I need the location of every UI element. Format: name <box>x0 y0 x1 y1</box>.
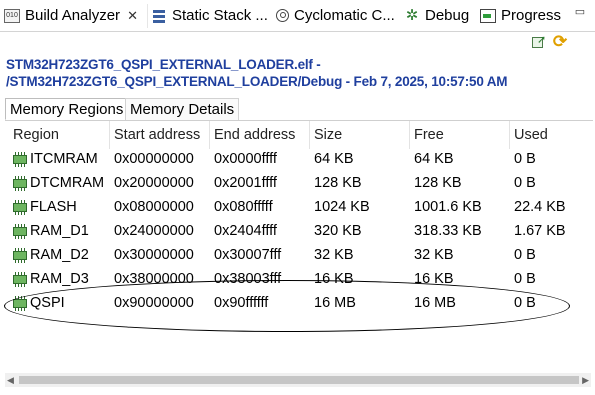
scrollbar-thumb[interactable] <box>19 376 579 384</box>
region-name: RAM_D3 <box>30 271 89 287</box>
size: 1024 KB <box>314 199 370 215</box>
table-row[interactable]: RAM_D1 0x24000000 0x2404ffff 320 KB 318.… <box>5 219 595 243</box>
used: 22.4 KB <box>514 199 566 215</box>
file-header: STM32H723ZGT6_QSPI_EXTERNAL_LOADER.elf -… <box>6 56 591 90</box>
tab-debug-label: Debug <box>425 7 470 24</box>
file-header-line1: STM32H723ZGT6_QSPI_EXTERNAL_LOADER.elf - <box>6 57 321 72</box>
refresh-icon[interactable]: ⟳ <box>552 33 568 50</box>
memory-chip-icon <box>13 224 27 239</box>
maximize-icon[interactable]: ▭ <box>574 6 586 18</box>
size: 32 KB <box>314 247 354 263</box>
size: 128 KB <box>314 175 362 191</box>
export-icon[interactable]: ➚ <box>530 34 546 50</box>
end-address: 0x080fffff <box>214 199 273 215</box>
table-row[interactable]: FLASH 0x08000000 0x080fffff 1024 KB 1001… <box>5 195 595 219</box>
memory-regions-table: Region Start address End address Size Fr… <box>5 121 595 373</box>
start-address: 0x90000000 <box>114 295 194 311</box>
scroll-left-icon[interactable]: ◀ <box>7 375 14 386</box>
region-name: RAM_D1 <box>30 223 89 239</box>
memory-chip-icon <box>13 176 27 191</box>
start-address: 0x08000000 <box>114 199 194 215</box>
start-address: 0x00000000 <box>114 151 194 167</box>
cyclomatic-icon <box>276 9 289 22</box>
close-icon[interactable]: ✕ <box>127 8 138 24</box>
free: 64 KB <box>414 151 454 167</box>
table-row[interactable]: DTCMRAM 0x20000000 0x2001ffff 128 KB 128… <box>5 171 595 195</box>
table-row[interactable]: RAM_D2 0x30000000 0x30007fff 32 KB 32 KB… <box>5 243 595 267</box>
table-header: Region Start address End address Size Fr… <box>5 123 595 147</box>
tab-progress-label: Progress <box>501 7 562 24</box>
end-address: 0x0000ffff <box>214 151 277 167</box>
memory-chip-icon <box>13 152 27 167</box>
free: 16 KB <box>414 271 454 287</box>
view-tab-bar: 010 Build Analyzer ✕ Static Stack ... Cy… <box>0 0 595 32</box>
tab-progress[interactable]: Progress <box>480 0 561 31</box>
file-header-line2: /STM32H723ZGT6_QSPI_EXTERNAL_LOADER/Debu… <box>6 74 508 89</box>
end-address: 0x30007fff <box>214 247 282 263</box>
table-row[interactable]: RAM_D3 0x38000000 0x38003fff 16 KB 16 KB… <box>5 267 595 291</box>
memory-chip-icon <box>13 200 27 215</box>
free: 32 KB <box>414 247 454 263</box>
analyzer-icon: 010 <box>4 8 20 23</box>
free: 318.33 KB <box>414 223 482 239</box>
free: 16 MB <box>414 295 456 311</box>
column-header-free[interactable]: Free <box>414 123 444 147</box>
tab-debug[interactable]: ✲ Debug <box>404 0 470 31</box>
column-header-end-address[interactable]: End address <box>214 123 295 147</box>
end-address: 0x2404ffff <box>214 223 277 239</box>
tab-static-stack[interactable]: Static Stack ... <box>151 0 268 31</box>
table-row[interactable]: ITCMRAM 0x00000000 0x0000ffff 64 KB 64 K… <box>5 147 595 171</box>
column-header-size[interactable]: Size <box>314 123 342 147</box>
memory-chip-icon <box>13 296 27 311</box>
tab-cyclomatic[interactable]: Cyclomatic C... <box>276 0 395 31</box>
region-name: ITCMRAM <box>30 151 98 167</box>
table-row[interactable]: QSPI 0x90000000 0x90ffffff 16 MB 16 MB 0… <box>5 291 595 315</box>
start-address: 0x20000000 <box>114 175 194 191</box>
free: 128 KB <box>414 175 462 191</box>
tab-build-analyzer[interactable]: 010 Build Analyzer ✕ <box>4 0 138 31</box>
region-name: QSPI <box>30 295 65 311</box>
start-address: 0x24000000 <box>114 223 194 239</box>
horizontal-scrollbar[interactable]: ◀ ▶ <box>5 373 591 387</box>
used: 1.67 KB <box>514 223 566 239</box>
used: 0 B <box>514 295 536 311</box>
memory-chip-icon <box>13 272 27 287</box>
memory-chip-icon <box>13 248 27 263</box>
used: 0 B <box>514 175 536 191</box>
tab-static-stack-label: Static Stack ... <box>172 7 268 24</box>
region-name: RAM_D2 <box>30 247 89 263</box>
tab-memory-regions[interactable]: Memory Regions <box>5 98 129 120</box>
column-header-region[interactable]: Region <box>13 123 59 147</box>
region-name: DTCMRAM <box>30 175 105 191</box>
tab-memory-details[interactable]: Memory Details <box>125 98 240 120</box>
size: 16 MB <box>314 295 356 311</box>
size: 64 KB <box>314 151 354 167</box>
debug-icon: ✲ <box>405 6 419 24</box>
start-address: 0x30000000 <box>114 247 194 263</box>
tab-cyclomatic-label: Cyclomatic C... <box>294 7 395 24</box>
start-address: 0x38000000 <box>114 271 194 287</box>
progress-icon <box>480 8 496 23</box>
size: 320 KB <box>314 223 362 239</box>
end-address: 0x2001ffff <box>214 175 277 191</box>
tab-build-analyzer-label: Build Analyzer <box>25 7 121 24</box>
column-header-start-address[interactable]: Start address <box>114 123 200 147</box>
inner-tab-bar: Memory Regions Memory Details <box>5 98 593 121</box>
end-address: 0x90ffffff <box>214 295 269 311</box>
column-header-used[interactable]: Used <box>514 123 548 147</box>
used: 0 B <box>514 247 536 263</box>
size: 16 KB <box>314 271 354 287</box>
free: 1001.6 KB <box>414 199 482 215</box>
stack-icon <box>151 9 167 23</box>
scroll-right-icon[interactable]: ▶ <box>582 375 589 386</box>
used: 0 B <box>514 151 536 167</box>
end-address: 0x38003fff <box>214 271 282 287</box>
used: 0 B <box>514 271 536 287</box>
region-name: FLASH <box>30 199 77 215</box>
